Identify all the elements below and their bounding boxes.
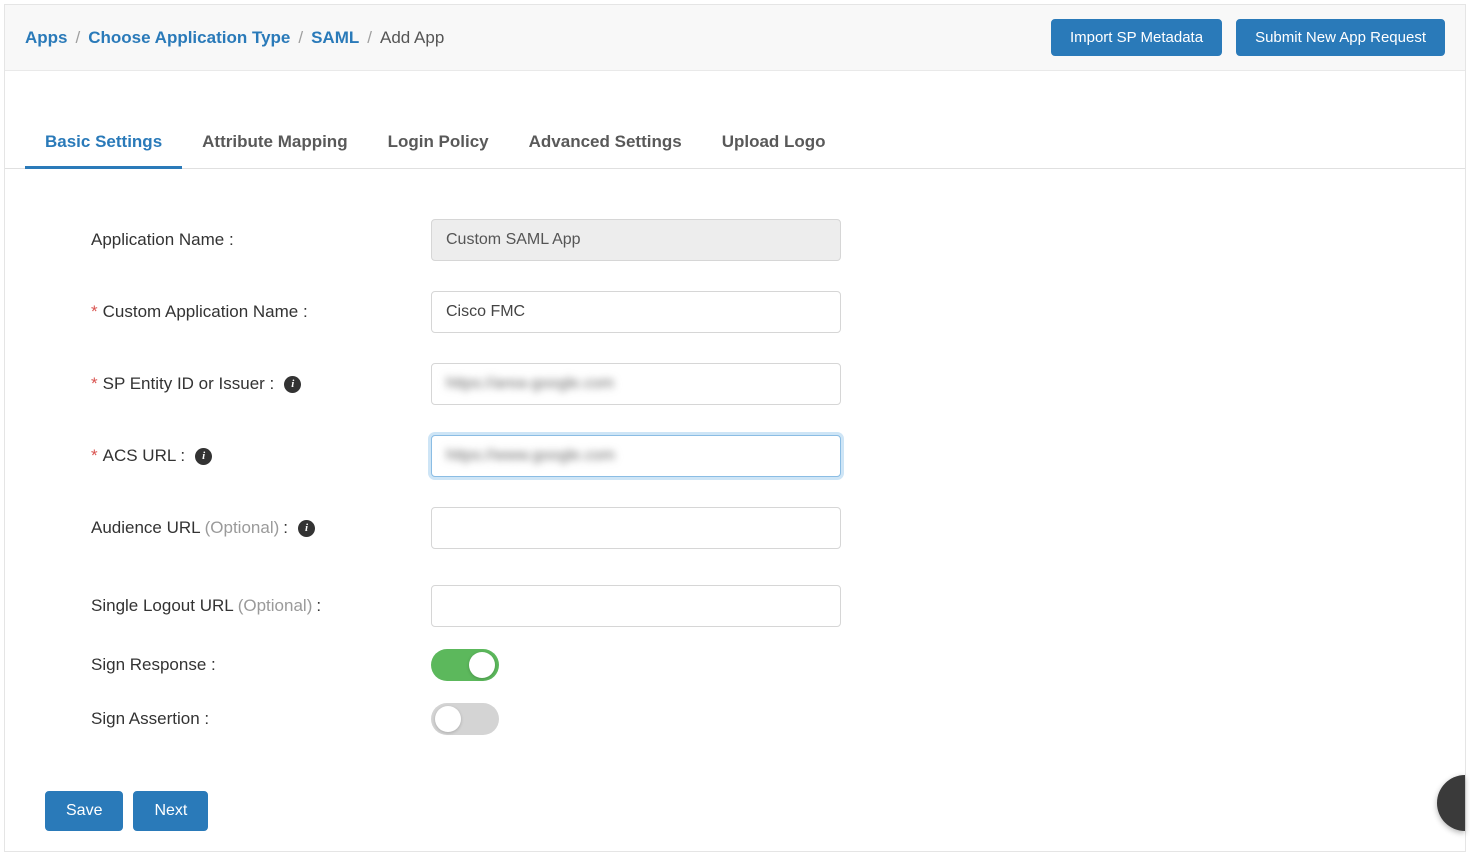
tab-login-policy[interactable]: Login Policy [368,118,509,169]
save-button[interactable]: Save [45,791,123,831]
toggle-knob [435,706,461,732]
breadcrumb-separator: / [367,28,372,48]
single-logout-url-label: Single Logout URL (Optional) : [91,596,431,616]
tab-advanced-settings[interactable]: Advanced Settings [509,118,702,169]
sign-response-toggle[interactable] [431,649,499,681]
breadcrumb-saml[interactable]: SAML [311,28,359,48]
acs-url-label: *ACS URL : i [91,446,431,466]
tab-upload-logo[interactable]: Upload Logo [702,118,846,169]
toggle-knob [469,652,495,678]
sign-response-label: Sign Response : [91,655,431,675]
audience-url-label: Audience URL (Optional) : i [91,518,431,538]
required-asterisk: * [91,374,98,394]
import-sp-metadata-button[interactable]: Import SP Metadata [1051,19,1222,56]
footer-actions: Save Next [5,785,1465,851]
breadcrumb-apps[interactable]: Apps [25,28,68,48]
tab-attribute-mapping[interactable]: Attribute Mapping [182,118,367,169]
breadcrumb-current: Add App [380,28,444,48]
sign-assertion-label: Sign Assertion : [91,709,431,729]
info-icon[interactable]: i [284,376,301,393]
required-asterisk: * [91,446,98,466]
submit-new-app-request-button[interactable]: Submit New App Request [1236,19,1445,56]
tab-basic-settings[interactable]: Basic Settings [25,118,182,169]
info-icon[interactable]: i [298,520,315,537]
next-button[interactable]: Next [133,791,208,831]
top-bar: Apps / Choose Application Type / SAML / … [5,5,1465,71]
tabs: Basic Settings Attribute Mapping Login P… [5,117,1465,169]
top-actions: Import SP Metadata Submit New App Reques… [1051,19,1445,56]
breadcrumb-separator: / [76,28,81,48]
application-name-input [431,219,841,261]
single-logout-url-input[interactable] [431,585,841,627]
breadcrumb-choose-type[interactable]: Choose Application Type [88,28,290,48]
basic-settings-form: Application Name : *Custom Application N… [5,169,1465,785]
custom-application-name-input[interactable] [431,291,841,333]
required-asterisk: * [91,302,98,322]
breadcrumb: Apps / Choose Application Type / SAML / … [25,28,444,48]
sign-assertion-toggle[interactable] [431,703,499,735]
acs-url-input[interactable]: https://www.google.com [431,435,841,477]
audience-url-input[interactable] [431,507,841,549]
sp-entity-id-label: *SP Entity ID or Issuer : i [91,374,431,394]
custom-application-name-label: *Custom Application Name : [91,302,431,322]
sp-entity-id-input[interactable]: https://area-google.com [431,363,841,405]
application-name-label: Application Name : [91,230,431,250]
breadcrumb-separator: / [298,28,303,48]
info-icon[interactable]: i [195,448,212,465]
